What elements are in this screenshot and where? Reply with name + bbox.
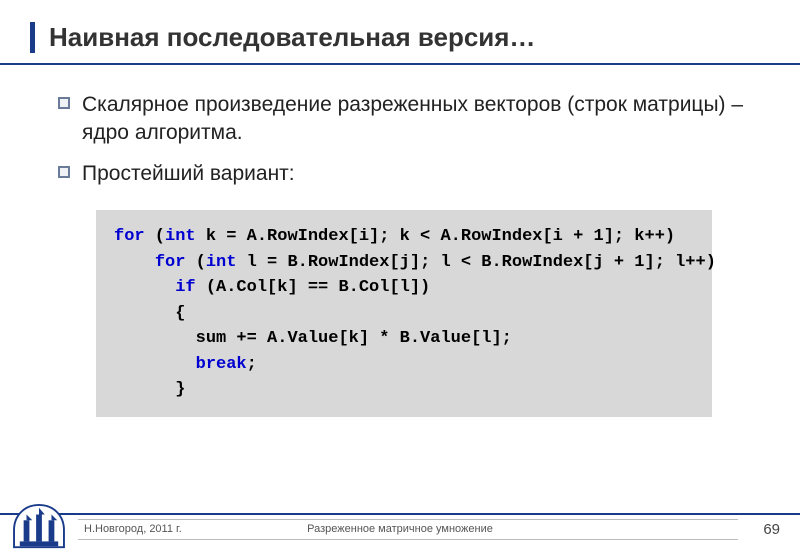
square-bullet-icon <box>58 166 70 178</box>
divider-line <box>78 519 738 520</box>
keyword-for: for <box>114 227 145 246</box>
keyword-for: for <box>155 253 186 272</box>
bullet-text: Скалярное произведение разреженных векто… <box>82 91 750 148</box>
bullet-item: Простейший вариант: <box>58 160 750 188</box>
code-text: ; <box>247 355 257 374</box>
code-text: { <box>175 304 185 323</box>
code-text: k = A.RowIndex[i]; k < A.RowIndex[i + 1]… <box>196 227 675 246</box>
keyword-break: break <box>196 355 247 374</box>
keyword-int: int <box>165 227 196 246</box>
code-text: } <box>175 380 185 399</box>
divider-line <box>0 513 800 515</box>
keyword-int: int <box>206 253 237 272</box>
slide-title: Наивная последовательная версия… <box>30 22 800 53</box>
keyword-if: if <box>175 278 195 297</box>
content-area: Скалярное произведение разреженных векто… <box>0 73 800 417</box>
code-block: for (int k = A.RowIndex[i]; k < A.RowInd… <box>96 210 712 417</box>
code-text: l = B.RowIndex[j]; l < B.RowIndex[j + 1]… <box>236 253 715 272</box>
slide: Наивная последовательная версия… Скалярн… <box>0 0 800 553</box>
bullet-item: Скалярное произведение разреженных векто… <box>58 91 750 148</box>
title-area: Наивная последовательная версия… <box>0 0 800 65</box>
page-number: 69 <box>763 521 780 538</box>
footer-center-text: Разреженное матричное умножение <box>0 523 800 535</box>
code-text: sum += A.Value[k] * B.Value[l]; <box>196 329 512 348</box>
code-text: (A.Col[k] == B.Col[l]) <box>196 278 431 297</box>
divider-line <box>78 539 738 540</box>
footer: Н.Новгород, 2011 г. Разреженное матрично… <box>0 501 800 553</box>
square-bullet-icon <box>58 97 70 109</box>
bullet-text: Простейший вариант: <box>82 160 295 188</box>
